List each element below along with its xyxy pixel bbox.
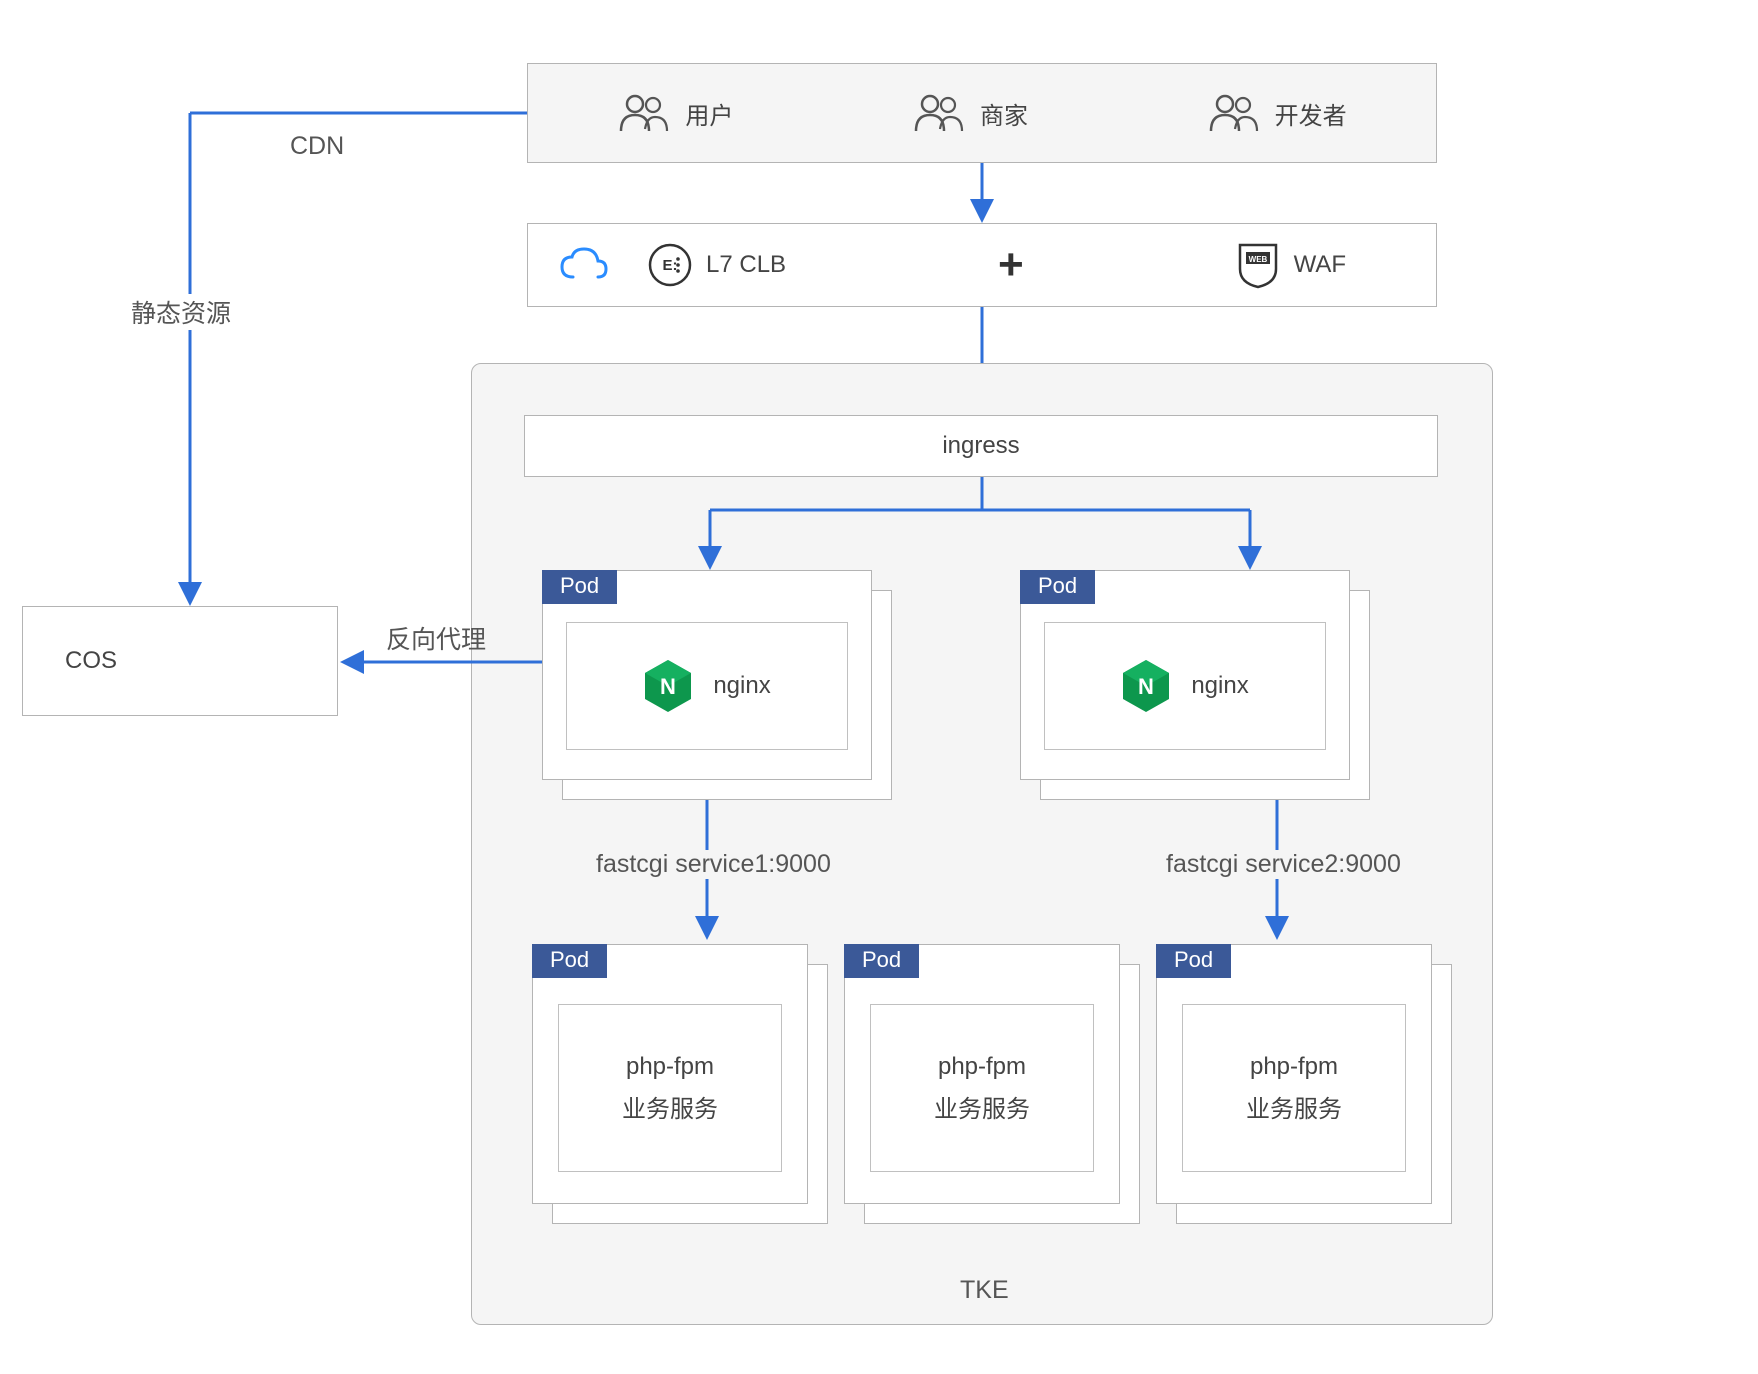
nginx-icon: N bbox=[643, 658, 693, 714]
reverse-proxy-label: 反向代理 bbox=[386, 620, 486, 656]
actor-developer: 开发者 bbox=[1207, 93, 1347, 133]
pod-tab-left: Pod bbox=[542, 570, 617, 604]
fastcgi2-label: fastcgi service2:9000 bbox=[1160, 850, 1407, 879]
phpfpm-line1-1: php-fpm bbox=[626, 1053, 714, 1081]
waf-label: WAF bbox=[1294, 251, 1346, 279]
svg-text:N: N bbox=[1138, 674, 1154, 699]
people-icon bbox=[1207, 93, 1259, 133]
phpfpm-line1-3: php-fpm bbox=[1250, 1053, 1338, 1081]
clb-icon: E: bbox=[648, 243, 692, 287]
people-icon bbox=[617, 93, 669, 133]
cloud-icon bbox=[558, 245, 608, 285]
waf-icon: WEB bbox=[1236, 241, 1280, 289]
pod-tab-php3: Pod bbox=[1156, 944, 1231, 978]
svg-text:E:: E: bbox=[663, 257, 678, 274]
phpfpm-inner-3: php-fpm 业务服务 bbox=[1182, 1004, 1406, 1172]
ingress-label: ingress bbox=[942, 432, 1019, 460]
pod-tab-php2: Pod bbox=[844, 944, 919, 978]
pod-tab-right: Pod bbox=[1020, 570, 1095, 604]
svg-text:N: N bbox=[660, 674, 676, 699]
cos-label: COS bbox=[65, 647, 117, 675]
nginx-inner-left: N nginx bbox=[566, 622, 848, 750]
plus-icon: + bbox=[998, 240, 1024, 289]
nginx-inner-right: N nginx bbox=[1044, 622, 1326, 750]
actor-user: 用户 bbox=[617, 93, 733, 133]
actors-bar: 用户 商家 开发者 bbox=[527, 63, 1437, 163]
phpfpm-inner-1: php-fpm 业务服务 bbox=[558, 1004, 782, 1172]
nginx-icon: N bbox=[1121, 658, 1171, 714]
pod-tab-php1: Pod bbox=[532, 944, 607, 978]
cdn-label: CDN bbox=[290, 132, 344, 161]
actor-merchant-label: 商家 bbox=[980, 96, 1028, 131]
static-label: 静态资源 bbox=[125, 294, 237, 330]
svg-text:WEB: WEB bbox=[1248, 255, 1267, 264]
fastcgi1-label: fastcgi service1:9000 bbox=[590, 850, 837, 879]
phpfpm-line1-2: php-fpm bbox=[938, 1053, 1026, 1081]
clb-waf-bar: E: L7 CLB + WEB WAF bbox=[527, 223, 1437, 307]
phpfpm-line2-2: 业务服务 bbox=[934, 1089, 1030, 1124]
phpfpm-line2-3: 业务服务 bbox=[1246, 1089, 1342, 1124]
actor-user-label: 用户 bbox=[685, 96, 733, 131]
people-icon bbox=[912, 93, 964, 133]
nginx-label-left: nginx bbox=[713, 672, 770, 700]
ingress-box: ingress bbox=[524, 415, 1438, 477]
clb-label: L7 CLB bbox=[706, 251, 786, 279]
phpfpm-line2-1: 业务服务 bbox=[622, 1089, 718, 1124]
actor-developer-label: 开发者 bbox=[1275, 96, 1347, 131]
arrow-actors-clb bbox=[980, 163, 984, 223]
phpfpm-inner-2: php-fpm 业务服务 bbox=[870, 1004, 1094, 1172]
nginx-label-right: nginx bbox=[1191, 672, 1248, 700]
tke-label: TKE bbox=[960, 1276, 1009, 1305]
actor-merchant: 商家 bbox=[912, 93, 1028, 133]
cos-box: COS bbox=[22, 606, 338, 716]
